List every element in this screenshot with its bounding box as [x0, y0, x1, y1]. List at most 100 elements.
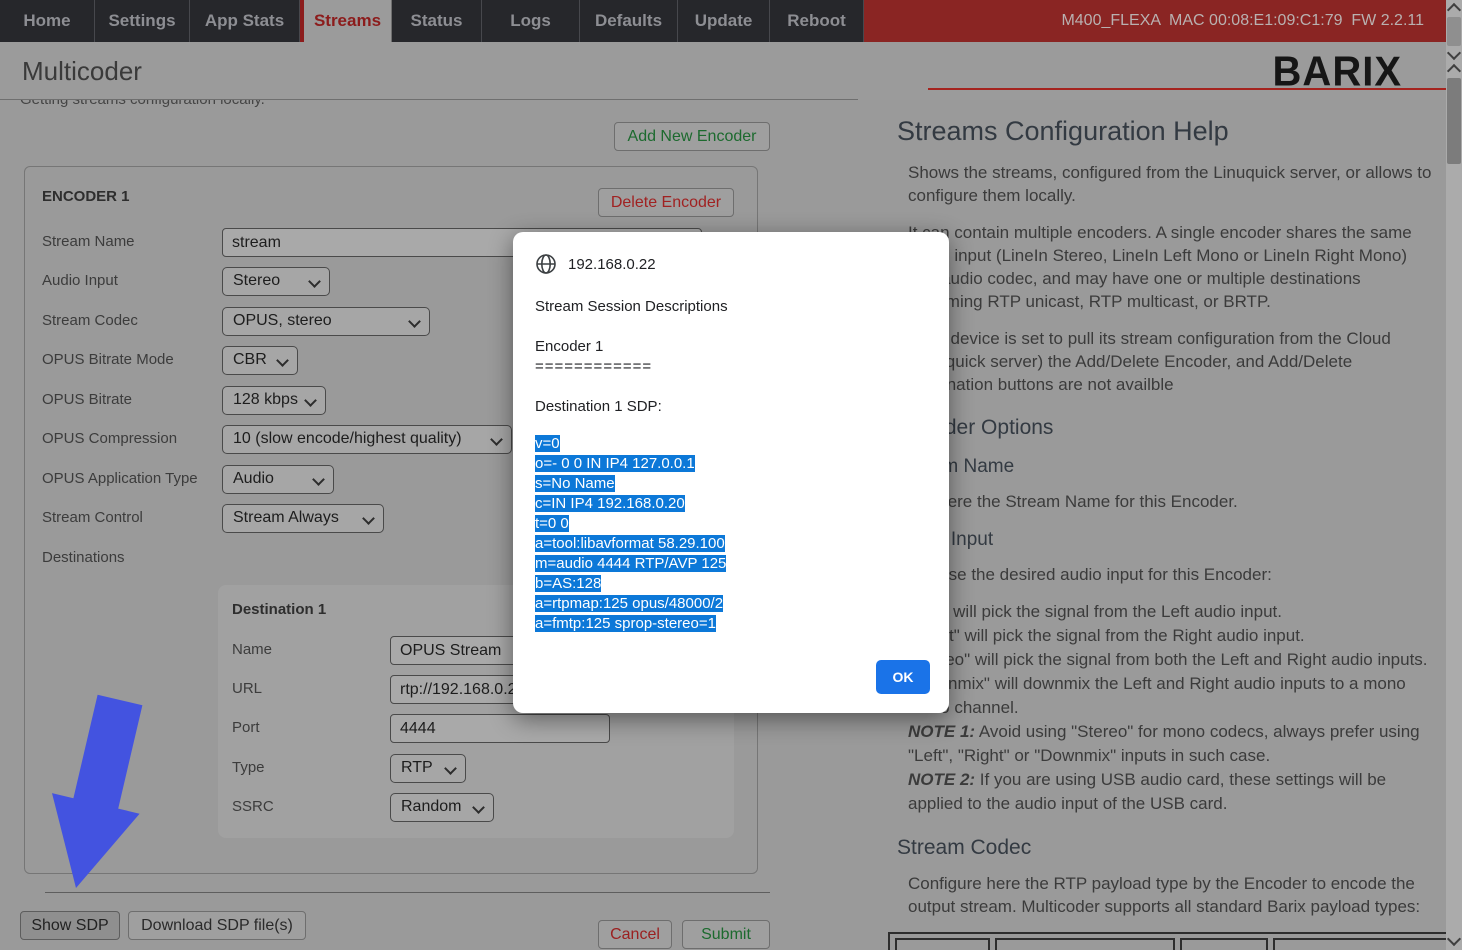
help-scroll-up-icon[interactable] — [1447, 64, 1461, 78]
nav-tab-settings[interactable]: Settings — [95, 0, 190, 42]
delete-encoder-button[interactable]: Delete Encoder — [598, 188, 734, 217]
opus-bitrate-mode-select[interactable]: CBR — [222, 346, 298, 375]
opus-bitrate-select[interactable]: 128 kbps — [222, 386, 326, 415]
dialog-separator: ============ — [535, 358, 652, 375]
table-header-payload-type: Payload Type — [1180, 938, 1268, 950]
nav-tab-logs[interactable]: Logs — [482, 0, 580, 42]
show-sdp-button[interactable]: Show SDP — [20, 911, 120, 940]
opus-application-type-value: Audio — [233, 470, 274, 487]
payload-types-table: Payload Type Description Payload Type De… — [888, 932, 1446, 950]
sdp-dialog: 192.168.0.22 Stream Session Descriptions… — [513, 232, 949, 713]
device-info-bar: M400_FLEXA MAC 00:08:E1:09:C1:79 FW 2.2.… — [864, 0, 1462, 42]
destination-ssrc-label: SSRC — [232, 798, 274, 815]
help-heading-encoder-options: Encoder Options — [897, 416, 1432, 440]
download-sdp-button[interactable]: Download SDP file(s) — [128, 911, 306, 940]
dialog-sdp-title: Destination 1 SDP: — [535, 398, 662, 415]
globe-icon — [535, 253, 557, 275]
table-header-description: Description — [995, 938, 1175, 950]
audio-input-select[interactable]: Stereo — [222, 267, 330, 296]
help-title: Streams Configuration Help — [897, 116, 1432, 147]
sdp-line: v=0 — [535, 434, 726, 454]
opus-bitrate-label: OPUS Bitrate — [42, 391, 132, 408]
stream-control-value: Stream Always — [233, 509, 339, 526]
destination-port-input[interactable] — [390, 714, 610, 743]
note-2-text: If you are using USB audio card, these s… — [908, 770, 1386, 813]
help-heading-stream-name: Stream Name — [897, 456, 1432, 478]
sdp-line-text: s=No Name — [535, 475, 615, 492]
help-note-1: NOTE 1: Avoid using "Stereo" for mono co… — [897, 720, 1432, 768]
destination-ssrc-select[interactable]: Random — [390, 793, 494, 822]
table-header-payload-type: Payload Type — [895, 938, 990, 950]
sdp-line: t=0 0 — [535, 514, 726, 534]
cancel-button[interactable]: Cancel — [598, 920, 672, 949]
help-panel: Streams Configuration Help Shows the str… — [876, 90, 1446, 950]
opus-application-type-label: OPUS Application Type — [42, 470, 198, 487]
nav-tab-home[interactable]: Home — [0, 0, 95, 42]
help-audio-option-right: "Right" will pick the signal from the Ri… — [897, 624, 1432, 648]
destination-url-label: URL — [232, 680, 262, 697]
help-paragraph: It can contain multiple encoders. A sing… — [897, 221, 1432, 313]
sdp-line: a=rtpmap:125 opus/48000/2 — [535, 594, 726, 614]
sdp-line-text: c=IN IP4 192.168.0.20 — [535, 495, 685, 512]
help-scrollbar-thumb[interactable] — [1447, 78, 1461, 164]
destination-type-label: Type — [232, 759, 265, 776]
add-new-encoder-button[interactable]: Add New Encoder — [614, 122, 770, 151]
sdp-line-text: m=audio 4444 RTP/AVP 125 — [535, 555, 726, 572]
chevron-down-icon — [408, 315, 421, 328]
destination-port-label: Port — [232, 719, 260, 736]
nav-tab-streams[interactable]: Streams — [300, 0, 392, 42]
stream-codec-value: OPUS, stereo — [233, 312, 332, 329]
sdp-line-text: o=- 0 0 IN IP4 127.0.0.1 — [535, 455, 695, 472]
stream-control-label: Stream Control — [42, 509, 143, 526]
nav-tab-update[interactable]: Update — [678, 0, 770, 42]
sdp-line-text: v=0 — [535, 435, 560, 452]
scrollbar-thumb[interactable] — [1447, 17, 1461, 46]
opus-bitrate-mode-label: OPUS Bitrate Mode — [42, 351, 174, 368]
chevron-down-icon — [304, 394, 317, 407]
stream-control-select[interactable]: Stream Always — [222, 504, 384, 533]
sdp-line: a=tool:libavformat 58.29.100 — [535, 534, 726, 554]
sdp-line-text: a=tool:libavformat 58.29.100 — [535, 535, 725, 552]
chevron-down-icon — [444, 762, 457, 775]
note-1-text: Avoid using "Stereo" for mono codecs, al… — [908, 722, 1420, 765]
dialog-origin: 192.168.0.22 — [568, 256, 656, 273]
encoder-1-title: ENCODER 1 — [42, 188, 130, 205]
ok-button[interactable]: OK — [876, 660, 930, 694]
scroll-down-icon[interactable] — [1447, 46, 1461, 60]
sdp-line: m=audio 4444 RTP/AVP 125 — [535, 554, 726, 574]
nav-tab-reboot[interactable]: Reboot — [770, 0, 864, 42]
stream-codec-label: Stream Codec — [42, 312, 138, 329]
chevron-down-icon — [362, 512, 375, 525]
nav-tab-defaults[interactable]: Defaults — [580, 0, 678, 42]
help-scroll-down-icon[interactable] — [1447, 932, 1461, 946]
stream-codec-select[interactable]: OPUS, stereo — [222, 307, 430, 336]
audio-input-label: Audio Input — [42, 272, 118, 289]
page-scrollbar[interactable] — [1446, 0, 1462, 950]
stream-name-label: Stream Name — [42, 233, 135, 250]
nav-tab-status[interactable]: Status — [392, 0, 482, 42]
destination-type-select[interactable]: RTP — [390, 754, 466, 783]
sdp-line: b=AS:128 — [535, 574, 726, 594]
nav-tab-app-stats[interactable]: App Stats — [190, 0, 300, 42]
page: Home Settings App Stats Streams Status L… — [0, 0, 1462, 950]
help-heading-stream-codec: Stream Codec — [897, 836, 1432, 860]
sdp-line: o=- 0 0 IN IP4 127.0.0.1 — [535, 454, 726, 474]
destinations-label: Destinations — [42, 549, 125, 566]
scroll-up-icon[interactable] — [1447, 3, 1461, 17]
help-audio-option-downmix: "Downmix" will downmix the Left and Righ… — [897, 672, 1432, 720]
table-header-description: Description — [1273, 938, 1446, 950]
audio-input-value: Stereo — [233, 272, 280, 289]
help-paragraph: Set here the Stream Name for this Encode… — [897, 490, 1432, 513]
help-heading-audio-input: Audio Input — [897, 529, 1432, 551]
submit-button[interactable]: Submit — [682, 920, 770, 949]
sdp-line: c=IN IP4 192.168.0.20 — [535, 494, 726, 514]
page-title: Multicoder — [22, 56, 142, 87]
note-1-label: NOTE 1: — [908, 722, 975, 741]
opus-compression-select[interactable]: 10 (slow encode/highest quality) — [222, 425, 512, 454]
opus-application-type-select[interactable]: Audio — [222, 465, 334, 494]
sdp-line-text: a=rtpmap:125 opus/48000/2 — [535, 595, 723, 612]
opus-bitrate-mode-value: CBR — [233, 351, 267, 368]
chevron-down-icon — [490, 433, 503, 446]
help-audio-option-stereo: "Stereo" will pick the signal from both … — [897, 648, 1432, 672]
help-paragraph: Configure here the RTP payload type by t… — [897, 872, 1432, 918]
